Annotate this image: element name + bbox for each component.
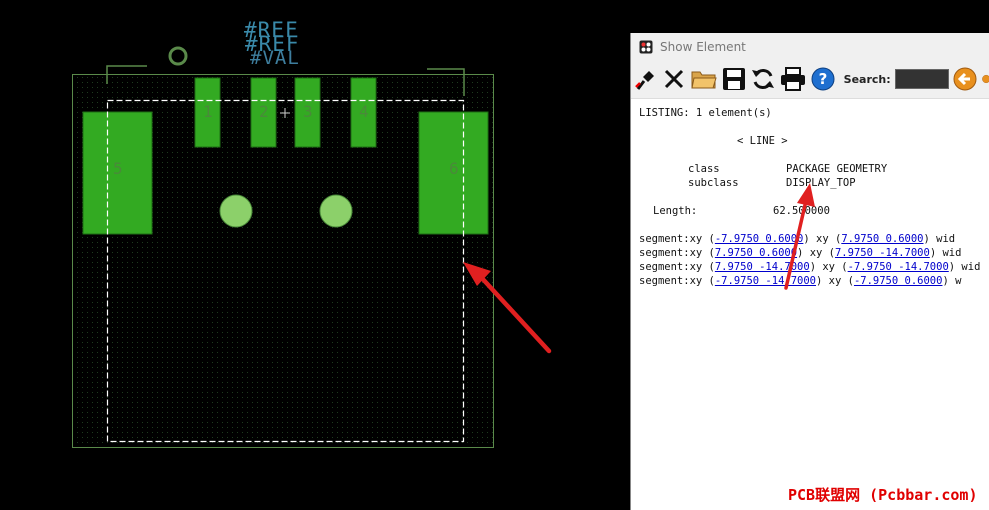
class-row: class PACKAGE GEOMETRY <box>639 162 989 176</box>
printer-icon <box>780 67 805 91</box>
segment-start-link[interactable]: 7.9750 -14.7000 <box>715 261 810 273</box>
segment-row: segment:xy (-7.9750 -14.7000) xy (-7.975… <box>639 274 989 288</box>
segment-start-link[interactable]: 7.9750 0.6000 <box>715 247 797 259</box>
subclass-value: DISPLAY_TOP <box>786 177 856 189</box>
open-folder-button[interactable] <box>691 66 717 93</box>
segment-prefix: segment:xy ( <box>639 275 715 287</box>
element-listing: LISTING: 1 element(s) < LINE > class PACKAG… <box>631 99 989 288</box>
help-button[interactable]: ? <box>811 66 835 93</box>
class-value: PACKAGE GEOMETRY <box>786 163 888 175</box>
segment-row: segment:xy (7.9750 0.6000) xy (7.9750 -1… <box>639 246 989 260</box>
segment-end-link[interactable]: -7.9750 0.6000 <box>854 275 943 287</box>
refresh-button[interactable] <box>751 66 775 93</box>
pad-6-label: 6 <box>449 159 459 178</box>
segment-end-link[interactable]: 7.9750 -14.7000 <box>835 247 930 259</box>
back-arrow-icon <box>953 67 977 91</box>
mounting-hole-left[interactable] <box>219 194 253 228</box>
search-input[interactable] <box>894 69 949 89</box>
back-button[interactable] <box>953 66 977 93</box>
pin-tool-button[interactable] <box>634 66 658 93</box>
segment-prefix: segment:xy ( <box>639 233 715 245</box>
show-element-window: Show Element ? Search: LISTING: 1 elemen… <box>630 33 989 510</box>
close-x-icon <box>665 69 684 89</box>
pad-3-label: 3 <box>303 102 313 121</box>
segment-end-link[interactable]: 7.9750 0.6000 <box>841 233 923 245</box>
save-disk-icon <box>722 68 745 90</box>
watermark-text: PCB联盟网 (Pcbbar.com) <box>788 486 978 504</box>
segment-prefix: segment:xy ( <box>639 261 715 273</box>
save-button[interactable] <box>722 66 746 93</box>
segment-prefix: segment:xy ( <box>639 247 715 259</box>
window-titlebar[interactable]: Show Element <box>631 33 989 60</box>
length-key: Length: <box>653 205 698 217</box>
segment-suffix: ) wid <box>948 261 981 273</box>
element-type: < LINE > <box>737 135 788 147</box>
forward-button[interactable] <box>981 66 989 93</box>
segment-end-link[interactable]: -7.9750 -14.7000 <box>848 261 949 273</box>
segment-mid: ) xy ( <box>803 233 842 245</box>
segment-suffix: ) w <box>942 275 962 287</box>
mounting-hole-right[interactable] <box>319 194 353 228</box>
search-label: Search: <box>843 72 891 86</box>
segment-suffix: ) wid <box>929 247 962 259</box>
subclass-row: subclass DISPLAY_TOP <box>639 176 989 190</box>
val-text: #VAL <box>250 47 300 69</box>
segment-row: segment:xy (7.9750 -14.7000) xy (-7.9750… <box>639 260 989 274</box>
pad-1-label: 1 <box>203 102 213 121</box>
refresh-icon <box>751 68 774 90</box>
window-title: Show Element <box>660 39 746 54</box>
segment-suffix: ) wid <box>923 233 956 245</box>
segment-mid: ) xy ( <box>816 275 854 287</box>
print-button[interactable] <box>780 66 806 93</box>
length-value: 62.500000 <box>773 205 830 217</box>
pad-2-label: 2 <box>259 102 269 121</box>
pin-icon <box>635 71 654 90</box>
show-element-app-icon <box>639 40 653 53</box>
segment-start-link[interactable]: -7.9750 0.6000 <box>715 233 804 245</box>
segment-mid: ) xy ( <box>809 261 848 273</box>
segment-row: segment:xy (-7.9750 0.6000) xy (7.9750 0… <box>639 232 989 246</box>
listing-header: LISTING: 1 element(s) <box>639 107 772 119</box>
pad-4-label: 4 <box>359 102 369 121</box>
folder-icon <box>691 71 717 89</box>
toolbar: ? Search: <box>631 60 989 99</box>
length-row: Length: 62.500000 <box>639 204 989 218</box>
segment-start-link[interactable]: -7.9750 -14.7000 <box>715 275 816 287</box>
forward-arrow-icon <box>981 74 989 84</box>
help-icon: ? <box>811 67 835 91</box>
pad-5-label: 5 <box>113 159 123 178</box>
svg-text:?: ? <box>818 70 827 88</box>
close-button[interactable] <box>663 66 686 93</box>
subclass-key: subclass <box>688 177 739 189</box>
class-key: class <box>688 163 720 175</box>
segment-mid: ) xy ( <box>797 247 835 259</box>
